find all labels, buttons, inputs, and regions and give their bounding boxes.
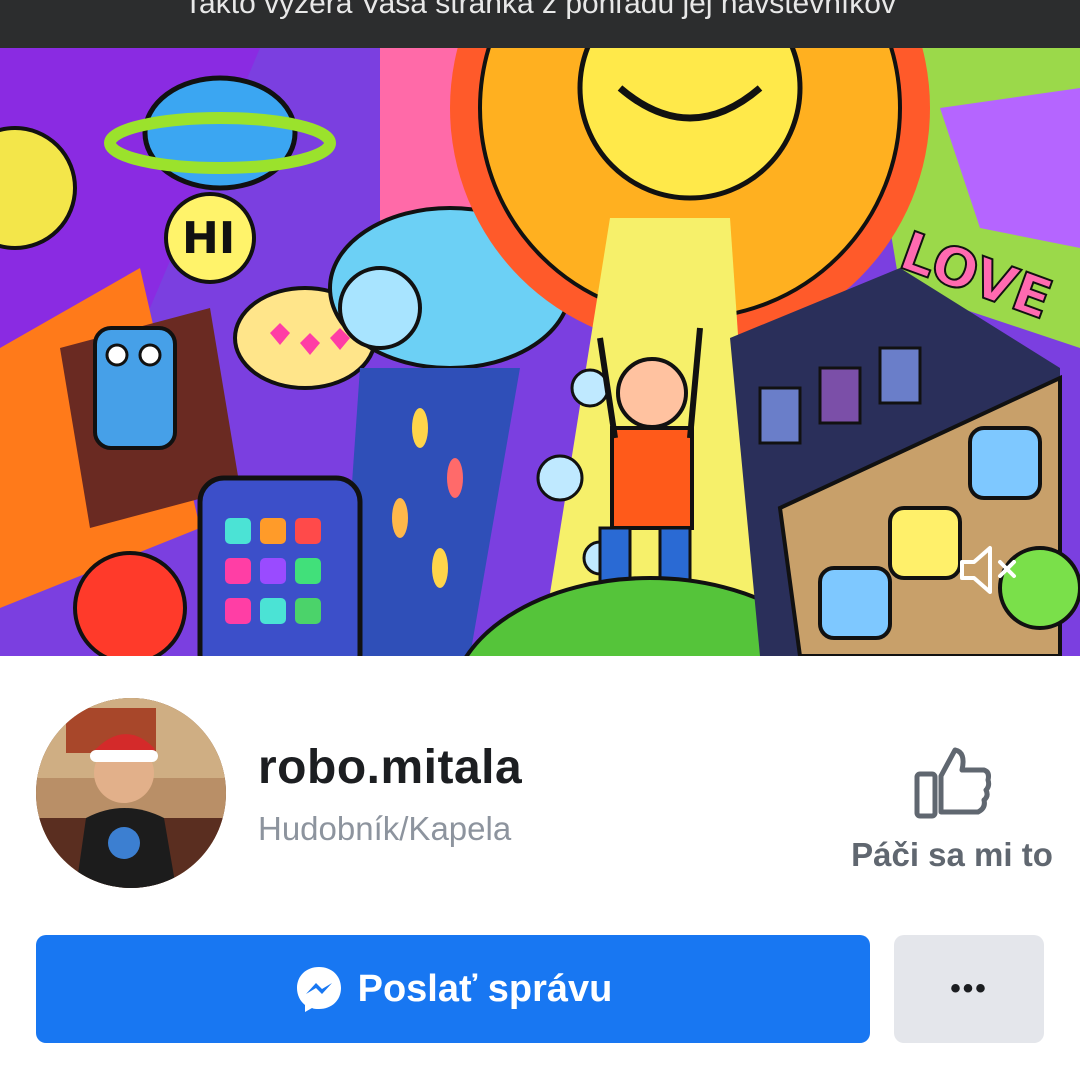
like-label: Páči sa mi to [851,836,1053,873]
cover-photo[interactable]: HI LOVE [0,48,1080,656]
avatar[interactable] [36,698,226,888]
more-options-button[interactable]: ••• [894,935,1044,1043]
page-name: robo.mitala [258,741,523,794]
avatar-photo [36,698,226,888]
more-icon: ••• [950,972,988,1005]
preview-banner: Takto vyzerá Vaša stránka z pohľadu jej … [0,0,1080,48]
svg-text:HI: HI [182,213,235,264]
messenger-icon [296,967,341,1012]
thumbs-up-icon [914,747,992,819]
cover-illustration: HI LOVE [0,48,1080,656]
page-profile: robo.mitala Hudobník/Kapela Páči sa mi t… [0,656,1080,1080]
send-message-button[interactable]: Poslať správu [36,935,870,1043]
mute-icon[interactable] [956,538,1020,602]
send-message-label: Poslať správu [357,967,613,1010]
preview-banner-text: Takto vyzerá Vaša stránka z pohľadu jej … [184,0,896,20]
like-button[interactable]: Páči sa mi to [846,744,1058,874]
page-category: Hudobník/Kapela [258,810,512,847]
